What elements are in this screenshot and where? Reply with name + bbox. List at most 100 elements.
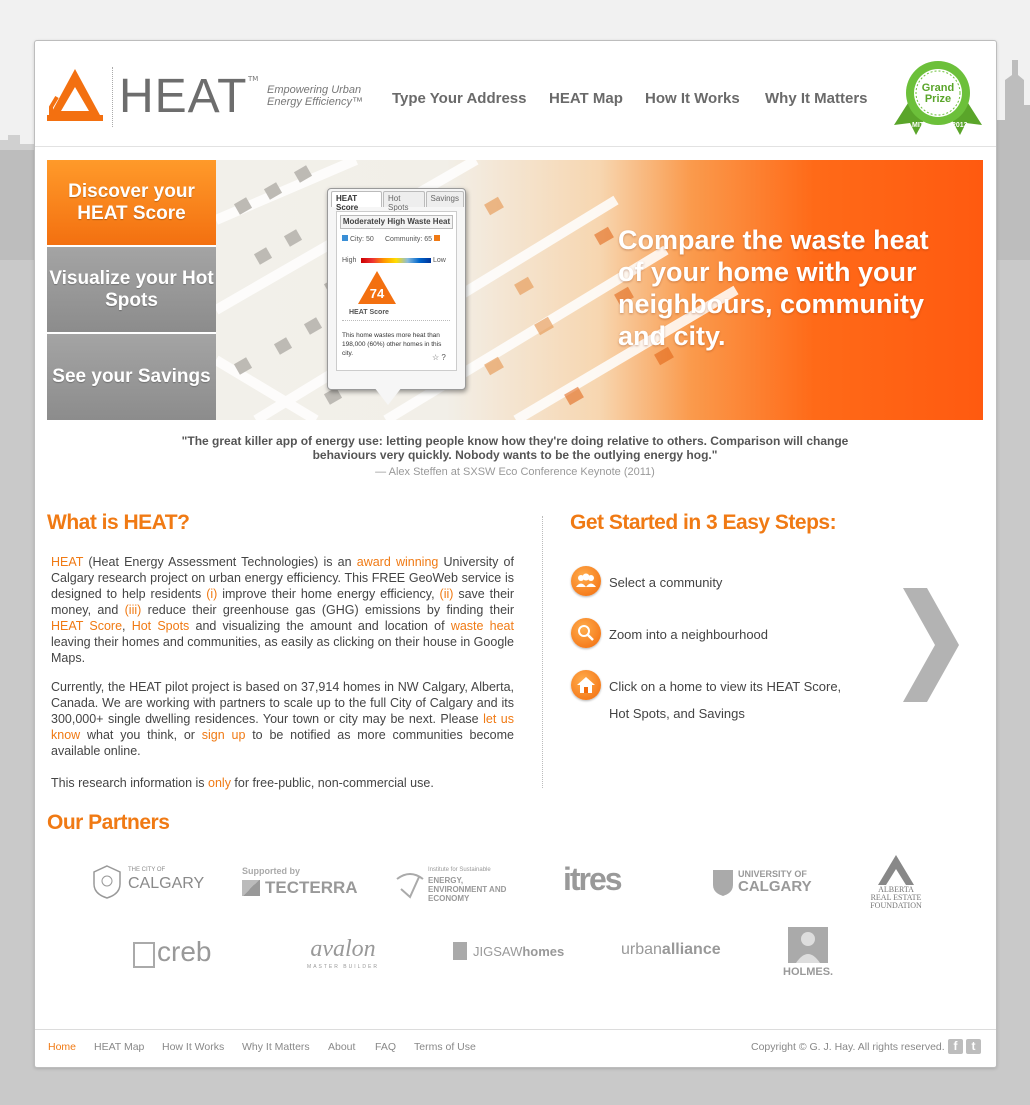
footer-link-heat-map[interactable]: HEAT Map — [94, 1041, 144, 1053]
ucalgary-name: CALGARY — [738, 878, 812, 895]
jigsaw-mark-icon — [453, 942, 467, 960]
home-icon[interactable] — [571, 670, 601, 700]
step-zoom-neighbourhood[interactable]: Zoom into a neighbourhood — [609, 621, 859, 648]
hero-banner: Discover your HEAT Score Visualize your … — [47, 160, 983, 420]
link-heat-score[interactable]: HEAT Score — [51, 619, 122, 633]
popup-tab-heat-score[interactable]: HEAT Score — [331, 191, 382, 212]
popup-tab-hot-spots[interactable]: Hot Spots — [382, 191, 425, 212]
link-i[interactable]: (i) — [206, 587, 217, 601]
partner-holmes-logo[interactable]: HOLMES. — [783, 925, 833, 981]
header-divider — [35, 146, 996, 147]
twitter-icon[interactable]: t — [966, 1039, 981, 1054]
nav-type-your-address[interactable]: Type Your Address — [392, 90, 526, 107]
column-separator — [542, 516, 544, 788]
arefa-text: ALBERTA REAL ESTATE FOUNDATION — [870, 885, 922, 910]
popup-city-score: City: 50 — [342, 235, 374, 243]
what-is-heat-paragraph-3: This research information is only for fr… — [51, 776, 434, 790]
nav-how-it-works[interactable]: How It Works — [645, 90, 740, 107]
hero-headline: Compare the waste heat of your home with… — [618, 225, 929, 351]
avalon-name: avalon — [310, 936, 376, 962]
partner-jigsaw-homes-logo[interactable]: JIGSAWhomes — [453, 941, 568, 965]
link-heat[interactable]: HEAT — [51, 555, 83, 569]
creb-name: creb — [157, 936, 212, 967]
jigsaw-name: JIGSAWhomes — [473, 944, 565, 959]
link-only[interactable]: only — [208, 776, 231, 790]
what-is-heat-heading: What is HEAT? — [47, 511, 190, 534]
nav-heat-map[interactable]: HEAT Map — [549, 90, 623, 107]
main-card: HEAT TM Empowering Urban Energy Efficien… — [34, 40, 997, 1068]
get-started-heading: Get Started in 3 Easy Steps: — [570, 511, 837, 534]
popup-score-label: HEAT Score — [349, 309, 389, 316]
quote-text: "The great killer app of energy use: let… — [181, 434, 849, 462]
link-sign-up[interactable]: sign up — [202, 728, 246, 742]
tab-discover-heat-score[interactable]: Discover your HEAT Score — [47, 160, 216, 245]
what-is-heat-paragraph-1: HEAT (Heat Energy Assessment Technologie… — [51, 555, 514, 665]
quote-attribution: — Alex Steffen at SXSW Eco Conference Ke… — [375, 466, 655, 478]
link-waste-heat[interactable]: waste heat — [451, 619, 514, 633]
popup-star-help-icons[interactable]: ☆ ? — [432, 353, 446, 362]
logo-separator — [112, 67, 114, 127]
popup-score-value: 74 — [369, 286, 385, 301]
nav-why-it-matters[interactable]: Why It Matters — [765, 90, 868, 107]
footer-copyright: Copyright © G. J. Hay. All rights reserv… — [751, 1041, 945, 1053]
footer-link-home[interactable]: Home — [48, 1041, 76, 1053]
magnifier-icon[interactable] — [571, 618, 601, 648]
partner-itres-logo[interactable]: itres — [563, 861, 648, 901]
partner-university-of-calgary-logo[interactable]: UNIVERSITY OF CALGARY — [712, 867, 822, 901]
partner-alberta-real-estate-foundation-logo[interactable]: ALBERTA REAL ESTATE FOUNDATION — [865, 855, 927, 911]
community-icon[interactable] — [571, 566, 601, 596]
banner-tabs: Discover your HEAT Score Visualize your … — [47, 160, 216, 420]
link-hot-spots[interactable]: Hot Spots — [132, 619, 190, 633]
footer-divider — [35, 1029, 996, 1030]
footer-link-about[interactable]: About — [328, 1041, 355, 1053]
popup-tab-savings[interactable]: Savings — [425, 191, 464, 207]
award-line2: Prize — [925, 93, 951, 105]
partner-iseee-logo[interactable]: Institute for Sustainable ENERGY, ENVIRO… — [395, 867, 510, 903]
chevron-right-icon[interactable] — [901, 586, 961, 704]
itres-name: itres — [563, 861, 623, 897]
link-ii[interactable]: (ii) — [440, 587, 454, 601]
tab-visualize-hot-spots[interactable]: Visualize your Hot Spots — [47, 247, 216, 332]
calgary-crest-icon — [93, 865, 121, 899]
logo-text[interactable]: HEAT — [119, 69, 247, 124]
step-click-home[interactable]: Click on a home to view its HEAT Score, … — [609, 673, 859, 727]
tagline: Empowering Urban Energy Efficiency™ — [267, 84, 363, 108]
partner-tecterra-logo[interactable]: Supported by TECTERRA — [242, 864, 358, 902]
popup-content: Moderately High Waste Heat City: 50 Comm… — [336, 211, 457, 371]
partner-creb-logo[interactable]: creb — [133, 936, 233, 972]
popup-divider — [342, 320, 450, 322]
iseee-mark-icon — [396, 873, 424, 899]
footer-link-why-it-matters[interactable]: Why It Matters — [242, 1041, 310, 1053]
facebook-icon[interactable]: f — [948, 1039, 963, 1054]
partner-urban-alliance-logo[interactable]: urbanalliance — [621, 941, 731, 965]
award-left: MIT — [912, 122, 925, 129]
heat-logo-icon[interactable] — [47, 67, 103, 121]
partner-city-of-calgary-logo[interactable]: THE CITY OF CALGARY — [90, 864, 204, 902]
popup-tabs: HEAT Score Hot Spots Savings — [331, 191, 465, 212]
award-right: 2013 — [952, 122, 968, 129]
step-select-community[interactable]: Select a community — [609, 569, 859, 596]
holmes-portrait-icon — [788, 927, 828, 963]
popup-low-label: Low — [433, 257, 446, 264]
popup-heat-scale-bar — [361, 258, 431, 263]
urban-alliance-name: urbanalliance — [621, 941, 721, 958]
footer-link-how-it-works[interactable]: How It Works — [162, 1041, 224, 1053]
avalon-small: MASTER BUILDER — [307, 964, 379, 970]
link-award-winning[interactable]: award winning — [357, 555, 439, 569]
ucalgary-shield-icon — [713, 870, 733, 896]
holmes-name: HOLMES. — [783, 966, 834, 978]
logo-trademark: TM — [248, 75, 259, 83]
what-is-heat-paragraph-2: Currently, the HEAT pilot project is bas… — [51, 680, 514, 758]
footer-link-terms-of-use[interactable]: Terms of Use — [414, 1041, 476, 1053]
our-partners-heading: Our Partners — [47, 811, 170, 834]
popup-pointer — [374, 387, 402, 405]
iseee-name: ENERGY, ENVIRONMENT AND ECONOMY — [428, 876, 507, 903]
tab-see-savings[interactable]: See your Savings — [47, 334, 216, 420]
footer-link-faq[interactable]: FAQ — [375, 1041, 396, 1053]
link-iii[interactable]: (iii) — [125, 603, 142, 617]
popup-high-label: High — [342, 257, 357, 264]
tecterra-small: Supported by — [242, 866, 300, 876]
partner-avalon-logo[interactable]: avalon MASTER BUILDER — [293, 936, 393, 976]
tecterra-name: TECTERRA — [265, 878, 358, 897]
arefa-mark-icon — [878, 855, 914, 885]
